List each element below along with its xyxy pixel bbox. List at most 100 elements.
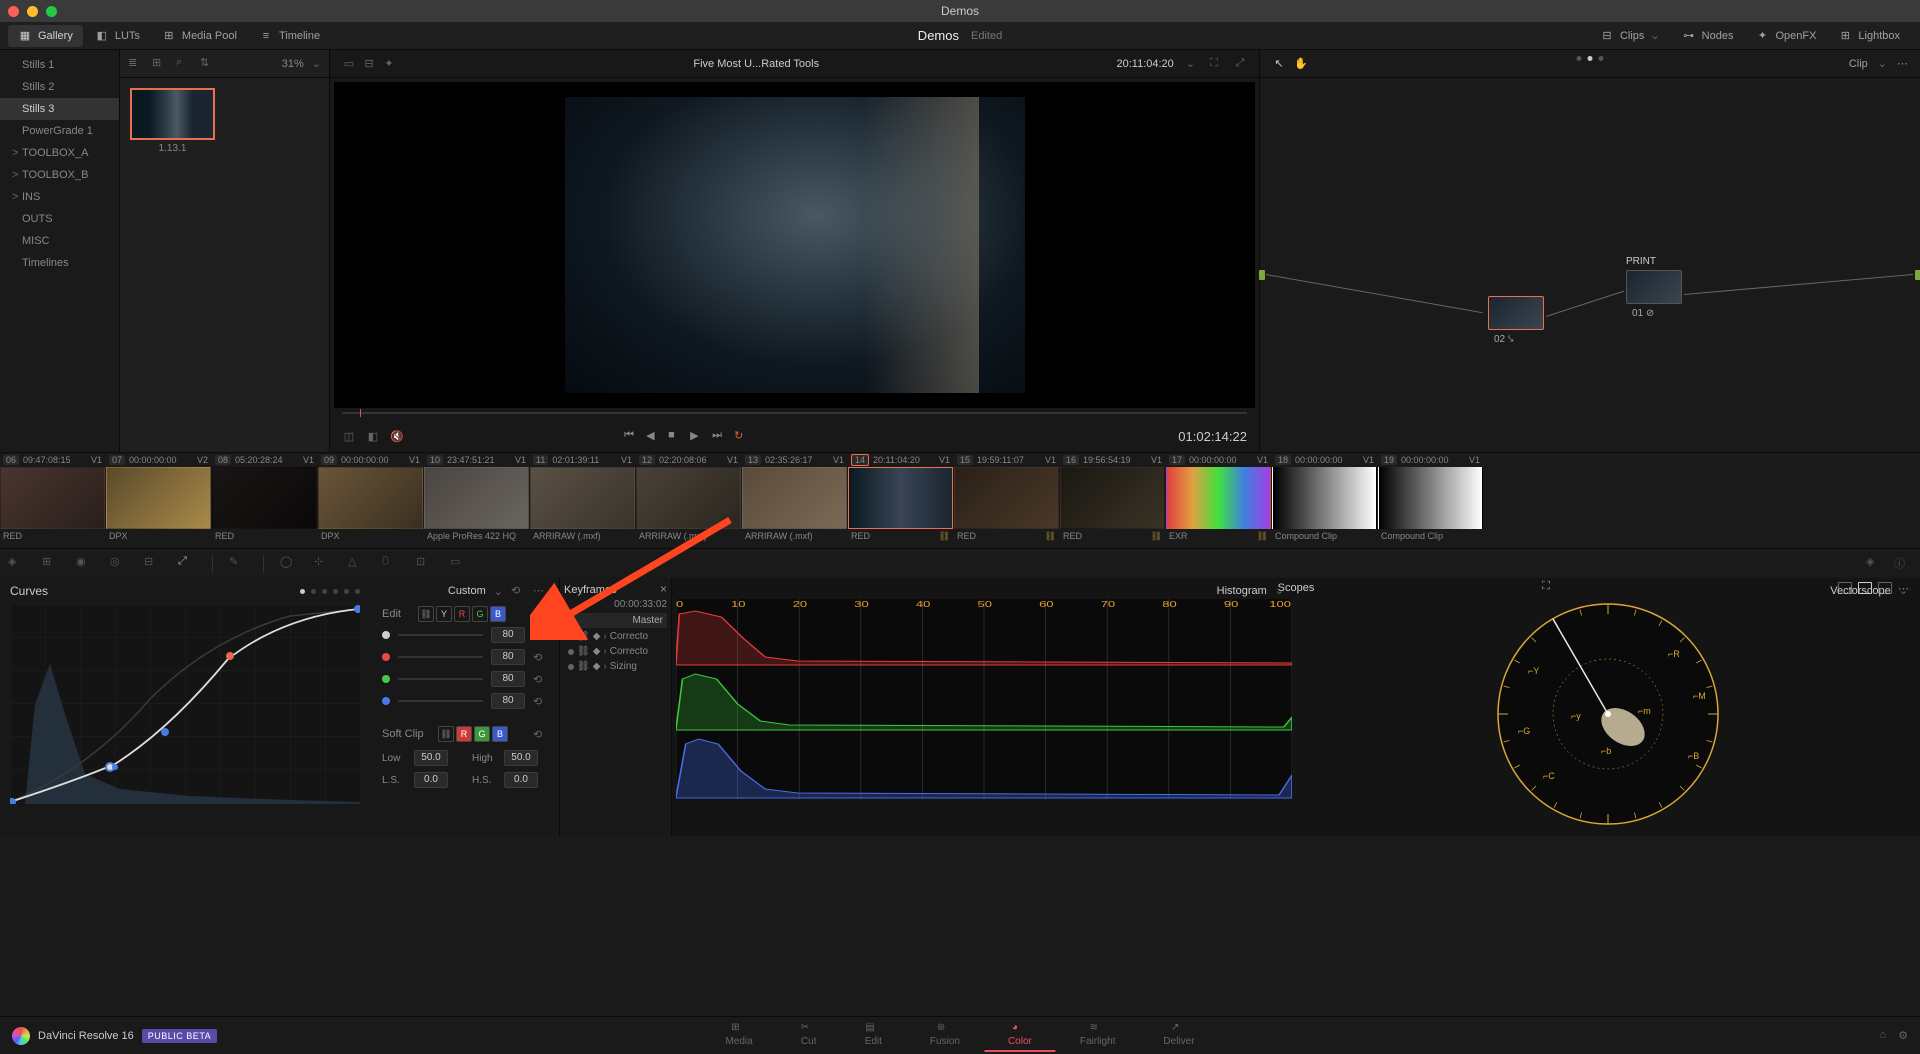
topbar-mediapool[interactable]: ⊞Media Pool [152, 25, 247, 47]
prev-clip-icon[interactable]: ⏮ [624, 429, 638, 443]
qualifier-icon[interactable]: ✎ [229, 555, 247, 573]
channel-g[interactable]: G [472, 606, 488, 622]
pointer-icon[interactable]: ↖ [1272, 57, 1286, 71]
pan-icon[interactable]: ✋ [1294, 57, 1308, 71]
sort-icon[interactable]: ⇅ [200, 56, 216, 72]
stereo-icon[interactable]: ▭ [450, 555, 468, 573]
scope-expand-icon[interactable]: ⛶ [1542, 580, 1550, 593]
next-clip-icon[interactable]: ⏭ [712, 429, 726, 443]
topbar-timeline[interactable]: ≡Timeline [249, 25, 330, 47]
graph-input[interactable] [1259, 270, 1265, 280]
clip-thumb[interactable]: 0700:00:00:00V2DPX [106, 453, 211, 548]
split-icon[interactable]: ◫ [342, 429, 356, 443]
clip-thumb[interactable]: 0805:20:28:24V1RED [212, 453, 317, 548]
intensity-value[interactable]: 80 [491, 649, 525, 665]
page-tab-edit[interactable]: ▤Edit [841, 1019, 906, 1052]
play-icon[interactable]: ▶ [690, 429, 704, 443]
clip-strip[interactable]: 0609:47:08:15V1RED0700:00:00:00V2DPX0805… [0, 452, 1920, 548]
search-icon[interactable]: ⌕ [176, 56, 192, 72]
softclip-hs[interactable]: 0.0 [504, 772, 538, 788]
intensity-slider[interactable] [398, 678, 483, 680]
page-tab-fairlight[interactable]: ≋Fairlight [1056, 1019, 1140, 1052]
page-tab-color[interactable]: ◕Color [984, 1019, 1056, 1052]
curves-icon[interactable]: ⤢ [178, 555, 196, 573]
gallery-item[interactable]: PowerGrade 1 [0, 120, 119, 142]
clip-thumb[interactable]: 1102:01:39:11V1ARRIRAW (.mxf) [530, 453, 635, 548]
gallery-item[interactable]: Stills 3 [0, 98, 119, 120]
fit-icon[interactable]: ⛶ [1207, 57, 1221, 71]
still-thumb[interactable]: 1.13.1 [130, 88, 215, 154]
clip-thumb[interactable]: 1700:00:00:00V1EXR⛓ [1166, 453, 1271, 548]
curve-editor[interactable] [10, 604, 360, 804]
clip-thumb[interactable]: 0900:00:00:00V1DPX [318, 453, 423, 548]
viewer-fx-icon[interactable]: ✦ [382, 57, 396, 71]
intensity-value[interactable]: 80 [491, 627, 525, 643]
gallery-item[interactable]: OUTS [0, 208, 119, 230]
intensity-value[interactable]: 80 [491, 671, 525, 687]
topbar-nodes[interactable]: ⊶Nodes [1672, 25, 1744, 47]
node-01[interactable]: 01 ⊘ [1626, 270, 1682, 304]
clip-thumb[interactable]: 1023:47:51:21V1Apple ProRes 422 HQ [424, 453, 529, 548]
wheels-icon[interactable]: ◉ [76, 555, 94, 573]
curves-mode-dots[interactable] [300, 589, 360, 594]
softclip-b[interactable]: B [492, 726, 508, 742]
reset-icon[interactable]: ⟲ [533, 651, 547, 664]
intensity-value[interactable]: 80 [491, 693, 525, 709]
softclip-r[interactable]: R [456, 726, 472, 742]
gallery-item[interactable]: >INS [0, 186, 119, 208]
play-back-icon[interactable]: ◀ [646, 429, 660, 443]
histogram-mode[interactable]: Histogram [1217, 585, 1267, 597]
wipe-icon[interactable]: ◧ [366, 429, 380, 443]
clip-thumb[interactable]: 1519:59:11:07V1RED⛓ [954, 453, 1059, 548]
page-tab-cut[interactable]: ✂Cut [777, 1019, 841, 1052]
key-icon[interactable]: ⬯ [382, 555, 400, 573]
topbar-luts[interactable]: ◧LUTs [85, 25, 150, 47]
keyframes-close-icon[interactable]: × [660, 582, 667, 596]
intensity-slider[interactable] [398, 700, 483, 702]
menu-icon[interactable]: ⋯ [533, 584, 547, 598]
channel-r[interactable]: R [454, 606, 470, 622]
graph-output[interactable] [1915, 270, 1920, 280]
clip-dropdown[interactable]: Clip [1849, 58, 1868, 70]
gallery-item[interactable]: Timelines [0, 252, 119, 274]
topbar-gallery[interactable]: ▦Gallery [8, 25, 83, 47]
colormatch-icon[interactable]: ⊞ [42, 555, 60, 573]
gallery-item[interactable]: Stills 1 [0, 54, 119, 76]
topbar-openfx[interactable]: ✦OpenFX [1745, 25, 1826, 47]
keyframe-icon[interactable]: ◈ [1866, 555, 1884, 573]
softclip-high[interactable]: 50.0 [504, 750, 538, 766]
node-02[interactable]: 02 ⤥ [1488, 296, 1544, 330]
topbar-lightbox[interactable]: ⊞Lightbox [1828, 25, 1910, 47]
settings-icon[interactable]: ⚙ [1898, 1029, 1908, 1042]
viewer-canvas[interactable] [334, 82, 1255, 408]
page-tab-fusion[interactable]: ⊛Fusion [906, 1019, 984, 1052]
clip-thumb[interactable]: 1800:00:00:00V1Compound Clip [1272, 453, 1377, 548]
channel-y[interactable]: Y [436, 606, 452, 622]
channel-b[interactable]: B [490, 606, 506, 622]
gallery-item[interactable]: Stills 2 [0, 76, 119, 98]
window-icon[interactable]: ◯ [280, 555, 298, 573]
primaries-icon[interactable]: ◎ [110, 555, 128, 573]
keyframe-row[interactable]: ⛓◆›Sizing [564, 659, 667, 674]
rgb-mixer-icon[interactable]: ⊟ [144, 555, 162, 573]
viewer-mode-1-icon[interactable]: ▭ [342, 57, 356, 71]
list-view-icon[interactable]: ≣ [128, 56, 144, 72]
blur-icon[interactable]: △ [348, 555, 366, 573]
maximize-icon[interactable] [46, 6, 57, 17]
stills-zoom[interactable]: 31% [282, 58, 304, 70]
node-menu-icon[interactable]: ⋯ [1897, 57, 1908, 70]
clip-thumb[interactable]: 0609:47:08:15V1RED [0, 453, 105, 548]
curves-mode[interactable]: Custom [448, 585, 486, 597]
keyframe-master[interactable]: Master [564, 613, 667, 628]
home-icon[interactable]: ⌂ [1879, 1029, 1886, 1042]
clip-thumb[interactable]: 1202:20:08:06V1ARRIRAW (.mxf) [636, 453, 741, 548]
softclip-low[interactable]: 50.0 [414, 750, 448, 766]
softclip-reset-icon[interactable]: ⟲ [533, 728, 547, 741]
page-tab-media[interactable]: ⊞Media [701, 1019, 776, 1052]
reset-icon[interactable]: ⟲ [533, 695, 547, 708]
viewer-mode-2-icon[interactable]: ⊟ [362, 57, 376, 71]
mute-icon[interactable]: 🔇 [390, 429, 404, 443]
intensity-slider[interactable] [398, 656, 483, 658]
page-tab-deliver[interactable]: ↗Deliver [1139, 1019, 1218, 1052]
expand-icon[interactable]: ⤢ [1233, 57, 1247, 71]
